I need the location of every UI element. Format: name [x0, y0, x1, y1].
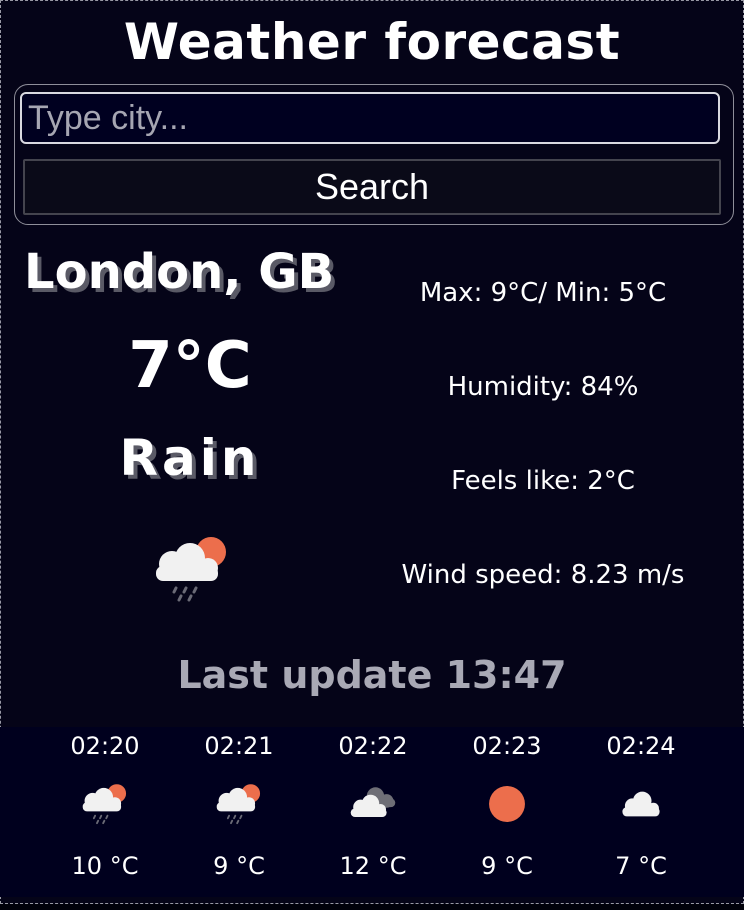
rain-cloud-sun-icon — [150, 532, 234, 606]
forecast-temperature: 12 °C — [339, 852, 407, 880]
forecast-item: 02:23 9 °C — [447, 727, 567, 897]
forecast-item: 02:20 10 °C — [45, 727, 165, 897]
forecast-time: 02:22 — [338, 732, 408, 760]
city-name: London, GB — [24, 244, 335, 300]
rain-cloud-sun-icon — [213, 781, 265, 827]
forecast-temperature: 9 °C — [481, 852, 533, 880]
sun-icon — [481, 781, 533, 827]
search-button[interactable]: Search — [23, 159, 721, 215]
hourly-forecast: 02:20 10 °C 02:21 9 °C 02:22 12 °C 02:23… — [0, 727, 744, 897]
wind-speed: Wind speed: 8.23 m/s — [401, 560, 685, 590]
rain-cloud-sun-icon — [79, 781, 131, 827]
forecast-temperature: 10 °C — [71, 852, 139, 880]
feels-like: Feels like: 2°C — [451, 466, 635, 496]
forecast-temperature: 7 °C — [615, 852, 667, 880]
forecast-time: 02:20 — [70, 732, 140, 760]
forecast-time: 02:21 — [204, 732, 274, 760]
page-title: Weather forecast — [123, 13, 621, 71]
weather-condition: Rain — [119, 429, 261, 487]
forecast-item: 02:24 7 °C — [581, 727, 701, 897]
forecast-item: 02:22 12 °C — [313, 727, 433, 897]
city-search-input[interactable] — [20, 92, 720, 144]
dark-clouds-icon — [347, 781, 399, 827]
forecast-temperature: 9 °C — [213, 852, 265, 880]
current-temperature: 7°C — [128, 329, 252, 403]
humidity: Humidity: 84% — [447, 372, 639, 402]
forecast-item: 02:21 9 °C — [179, 727, 299, 897]
forecast-time: 02:23 — [472, 732, 542, 760]
last-update: Last update 13:47 — [177, 653, 567, 697]
forecast-time: 02:24 — [606, 732, 676, 760]
max-min-temperature: Max: 9°C/ Min: 5°C — [419, 278, 667, 308]
cloud-icon — [615, 781, 667, 827]
